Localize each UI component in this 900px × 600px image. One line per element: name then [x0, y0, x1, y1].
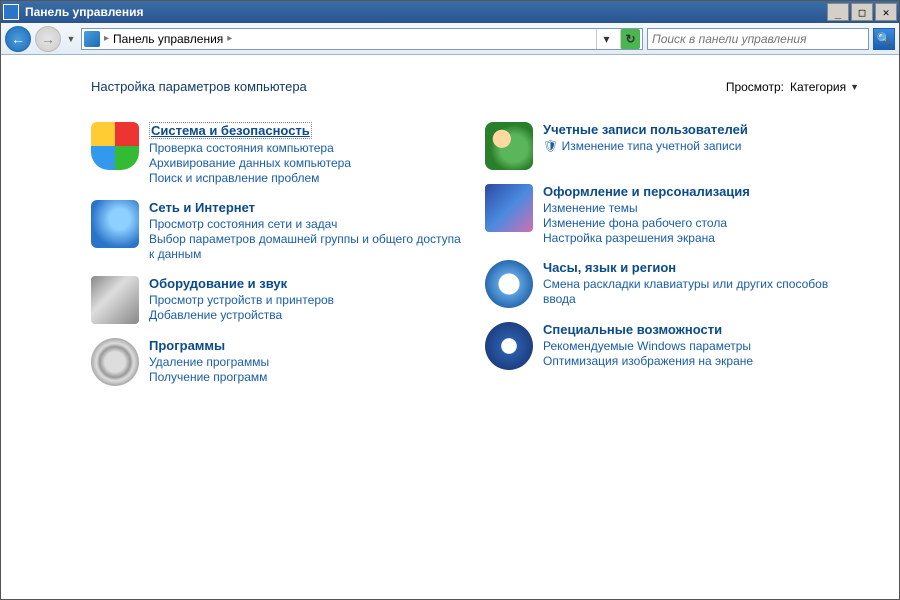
control-panel-icon: [84, 31, 100, 47]
category-body: Программы Удаление программыПолучение про…: [149, 338, 269, 386]
hw-icon: [91, 276, 139, 324]
shield-icon: [91, 122, 139, 170]
content-area: Настройка параметров компьютера Просмотр…: [1, 55, 899, 599]
search-button[interactable]: 🔍: [873, 28, 895, 50]
nav-toolbar: ← → ▼ ▸ Панель управления ▸ ▾ ↻ 🔍: [1, 23, 899, 55]
category-sublink[interactable]: Проверка состояния компьютера: [149, 141, 351, 156]
category-block: Учетные записи пользователей 🛡 Изменение …: [485, 122, 859, 170]
category-title[interactable]: Система и безопасность: [149, 122, 312, 139]
category-sublink[interactable]: Смена раскладки клавиатуры или других сп…: [543, 277, 859, 307]
category-block: Оборудование и звук Просмотр устройств и …: [91, 276, 465, 324]
category-block: Специальные возможности Рекомендуемые Win…: [485, 322, 859, 370]
search-box[interactable]: [647, 28, 869, 50]
pers-icon: [485, 184, 533, 232]
title-bar: Панель управления _ □ ✕: [1, 1, 899, 23]
minimize-button[interactable]: _: [827, 3, 849, 21]
app-icon: [3, 4, 19, 20]
clock-icon: [485, 260, 533, 308]
page-title: Настройка параметров компьютера: [91, 79, 726, 94]
category-sublink[interactable]: Архивирование данных компьютера: [149, 156, 351, 171]
category-block: Оформление и персонализация Изменение тем…: [485, 184, 859, 246]
category-body: Оформление и персонализация Изменение тем…: [543, 184, 750, 246]
category-body: Оборудование и звук Просмотр устройств и …: [149, 276, 334, 324]
category-column-right: Учетные записи пользователей 🛡 Изменение …: [485, 122, 859, 400]
category-sublink[interactable]: Просмотр состояния сети и задач: [149, 217, 465, 232]
back-button[interactable]: ←: [5, 26, 31, 52]
category-sublink[interactable]: 🛡 Изменение типа учетной записи: [543, 139, 748, 154]
breadcrumb-sep-icon[interactable]: ▸: [227, 33, 232, 44]
maximize-button[interactable]: □: [851, 3, 873, 21]
refresh-button[interactable]: ↻: [620, 29, 640, 49]
category-body: Учетные записи пользователей 🛡 Изменение …: [543, 122, 748, 170]
address-bar[interactable]: ▸ Панель управления ▸ ▾ ↻: [81, 28, 643, 50]
category-sublink[interactable]: Просмотр устройств и принтеров: [149, 293, 334, 308]
category-body: Специальные возможности Рекомендуемые Win…: [543, 322, 753, 370]
breadcrumb-root[interactable]: Панель управления: [113, 32, 223, 46]
category-sublink[interactable]: Настройка разрешения экрана: [543, 231, 750, 246]
close-button[interactable]: ✕: [875, 3, 897, 21]
prog-icon: [91, 338, 139, 386]
category-column-left: Система и безопасность Проверка состояния…: [91, 122, 465, 400]
category-body: Система и безопасность Проверка состояния…: [149, 122, 351, 186]
nav-history-dropdown[interactable]: ▼: [65, 26, 77, 52]
forward-button[interactable]: →: [35, 26, 61, 52]
search-input[interactable]: [648, 32, 868, 46]
category-block: Часы, язык и регион Смена раскладки клави…: [485, 260, 859, 308]
view-value[interactable]: Категория: [790, 80, 846, 94]
category-sublink[interactable]: Изменение фона рабочего стола: [543, 216, 750, 231]
net-icon: [91, 200, 139, 248]
category-sublink[interactable]: Выбор параметров домашней группы и общег…: [149, 232, 465, 262]
category-block: Система и безопасность Проверка состояния…: [91, 122, 465, 186]
category-title[interactable]: Сеть и Интернет: [149, 200, 255, 215]
category-title[interactable]: Часы, язык и регион: [543, 260, 676, 275]
category-title[interactable]: Оформление и персонализация: [543, 184, 750, 199]
view-label: Просмотр:: [726, 80, 784, 94]
window-title: Панель управления: [23, 5, 825, 19]
category-block: Программы Удаление программыПолучение про…: [91, 338, 465, 386]
category-title[interactable]: Учетные записи пользователей: [543, 122, 748, 137]
breadcrumb-sep-icon: ▸: [104, 33, 109, 44]
category-sublink[interactable]: Удаление программы: [149, 355, 269, 370]
category-sublink[interactable]: Поиск и исправление проблем: [149, 171, 351, 186]
category-body: Часы, язык и регион Смена раскладки клави…: [543, 260, 859, 308]
users-icon: [485, 122, 533, 170]
category-title[interactable]: Специальные возможности: [543, 322, 722, 337]
category-sublink[interactable]: Оптимизация изображения на экране: [543, 354, 753, 369]
category-body: Сеть и Интернет Просмотр состояния сети и…: [149, 200, 465, 262]
category-title[interactable]: Оборудование и звук: [149, 276, 287, 291]
category-sublink[interactable]: Рекомендуемые Windows параметры: [543, 339, 753, 354]
category-block: Сеть и Интернет Просмотр состояния сети и…: [91, 200, 465, 262]
category-sublink[interactable]: Изменение темы: [543, 201, 750, 216]
address-dropdown-button[interactable]: ▾: [596, 29, 616, 49]
category-sublink[interactable]: Добавление устройства: [149, 308, 334, 323]
view-dropdown-icon[interactable]: ▼: [850, 82, 859, 92]
acc-icon: [485, 322, 533, 370]
category-sublink[interactable]: Получение программ: [149, 370, 269, 385]
category-title[interactable]: Программы: [149, 338, 225, 353]
